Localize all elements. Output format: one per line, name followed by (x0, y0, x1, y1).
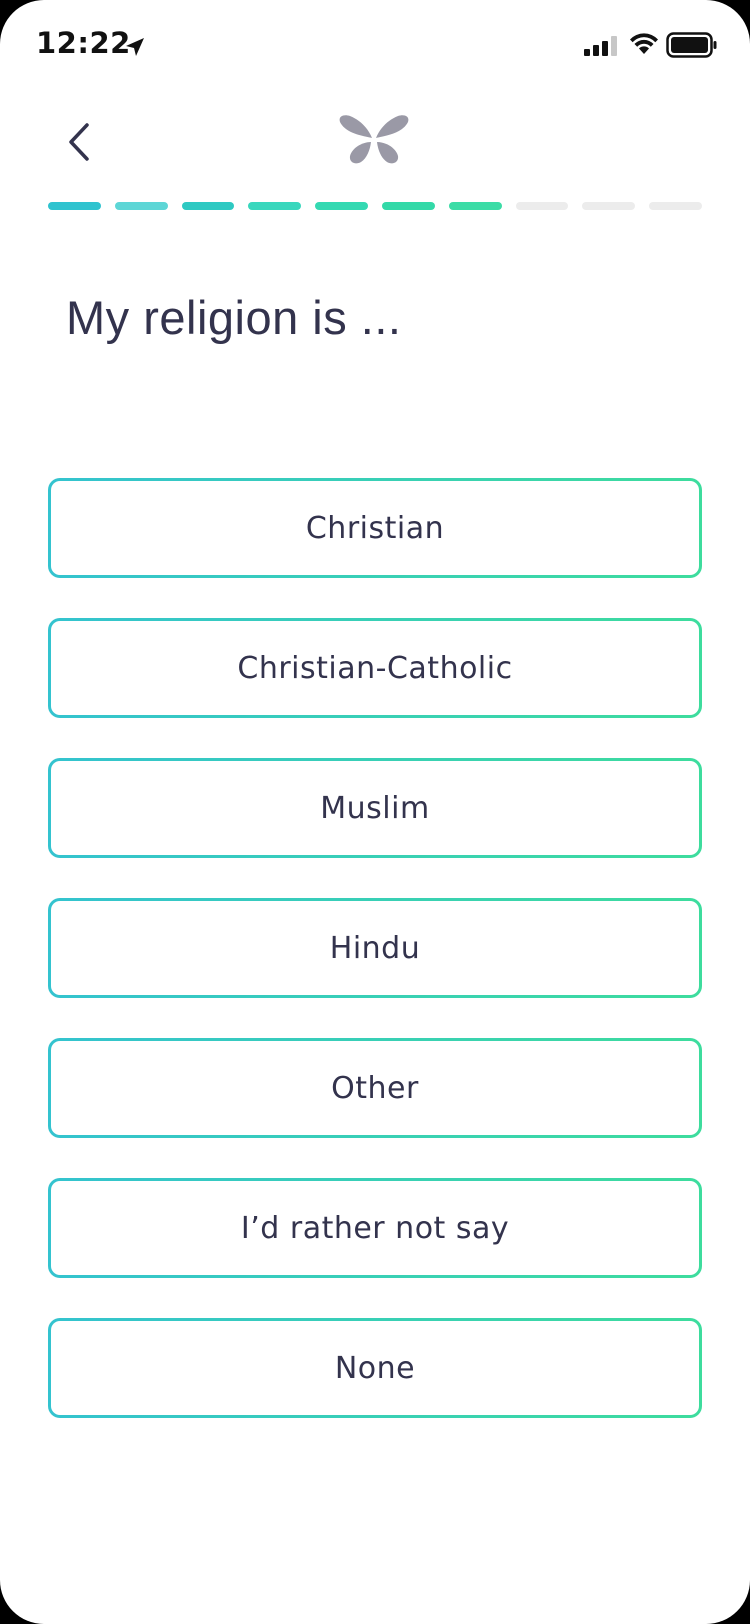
option-other[interactable]: Other (48, 1038, 702, 1138)
option-christian-catholic[interactable]: Christian-Catholic (48, 618, 702, 718)
progress-step-complete (248, 202, 302, 210)
option-muslim[interactable]: Muslim (48, 758, 702, 858)
progress-step-pending (582, 202, 636, 210)
progress-step-complete (382, 202, 435, 210)
option-label: None (334, 1350, 416, 1386)
progress-step-pending (649, 202, 702, 210)
progress-step-complete (114, 202, 168, 210)
option-label: Hindu (329, 930, 421, 966)
wifi-icon (630, 33, 658, 54)
battery-icon (666, 32, 717, 58)
option-christian[interactable]: Christian (48, 478, 702, 578)
option-label: Christian (305, 510, 445, 546)
option-rather-not-say[interactable]: I’d rather not say (48, 1178, 702, 1278)
option-hindu[interactable]: Hindu (48, 898, 702, 998)
cellular-signal-icon (584, 36, 617, 56)
status-time: 12:22 (36, 26, 131, 60)
option-label: Other (331, 1070, 419, 1106)
back-button[interactable] (54, 112, 102, 172)
progress-step-complete (48, 202, 101, 210)
option-label: Christian-Catholic (237, 650, 513, 686)
progress-step-complete (181, 202, 235, 210)
option-none[interactable]: None (48, 1318, 702, 1418)
option-label: Muslim (320, 790, 430, 826)
page-title: My religion is ... (66, 291, 402, 344)
location-arrow-icon (126, 38, 144, 56)
butterfly-logo-icon (339, 115, 409, 164)
progress-step-complete (448, 202, 502, 210)
progress-step-complete (315, 202, 368, 210)
religion-options: Christian Christian-Catholic Muslim Hind… (48, 478, 702, 1458)
screen: 12:22 My religion is ... Christian Chris… (0, 0, 750, 1624)
chevron-left-icon (69, 123, 89, 161)
progress-step-pending (515, 202, 569, 210)
progress-indicator (48, 202, 702, 210)
option-label: I’d rather not say (240, 1210, 510, 1246)
